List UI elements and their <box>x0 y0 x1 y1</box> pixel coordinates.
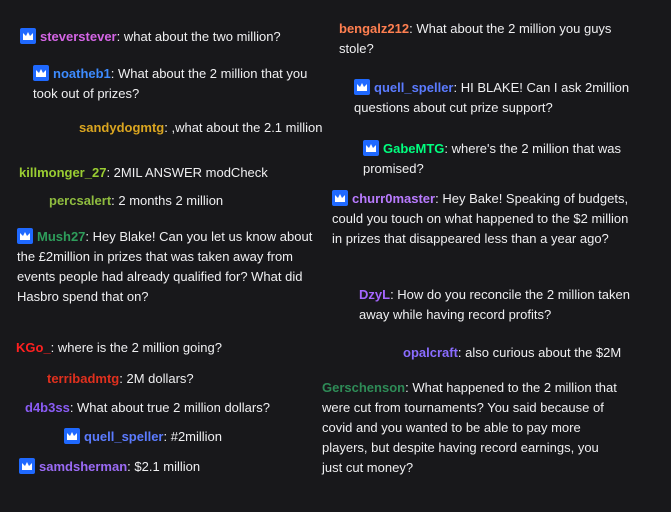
username[interactable]: KGo_ <box>16 340 51 355</box>
crown-icon <box>354 79 370 95</box>
message-text: : what about the two million? <box>116 29 281 44</box>
username[interactable]: Mush27 <box>37 229 85 244</box>
message-text: : 2 months 2 million <box>111 193 224 208</box>
chat-message: Gerschenson: What happened to the 2 mill… <box>322 378 622 478</box>
message-text: : What about true 2 million dollars? <box>69 400 270 415</box>
username[interactable]: quell_speller <box>84 429 163 444</box>
username[interactable]: opalcraft <box>403 345 458 360</box>
username[interactable]: noatheb1 <box>53 66 111 81</box>
chat-message: percsalert: 2 months 2 million <box>49 191 309 211</box>
username[interactable]: percsalert <box>49 193 111 208</box>
crown-icon <box>19 458 35 474</box>
message-text: : 2MIL ANSWER modCheck <box>106 165 268 180</box>
message-text: : 2M dollars? <box>119 371 194 386</box>
chat-message: quell_speller: #2million <box>64 427 324 447</box>
chat-message: quell_speller: HI BLAKE! Can I ask 2mill… <box>354 78 644 118</box>
chat-message: noatheb1: What about the 2 million that … <box>33 64 333 104</box>
username[interactable]: killmonger_27 <box>19 165 106 180</box>
chat-message: steverstever: what about the two million… <box>20 27 340 47</box>
username[interactable]: samdsherman <box>39 459 127 474</box>
chat-message: GabeMTG: where's the 2 million that was … <box>363 139 653 179</box>
chat-message: churr0master: Hey Bake! Speaking of budg… <box>332 189 637 249</box>
username[interactable]: steverstever <box>40 29 117 44</box>
message-text: : also curious about the $2M <box>457 345 622 360</box>
chat-collage: { "colors": { "background": "#18181b", "… <box>0 0 671 512</box>
chat-message: DzyL: How do you reconcile the 2 million… <box>359 285 649 325</box>
chat-message: sandydogmtg: ,what about the 2.1 million <box>79 118 349 138</box>
crown-icon <box>33 65 49 81</box>
chat-message: bengalz212: What about the 2 million you… <box>339 19 639 59</box>
username[interactable]: GabeMTG <box>383 141 444 156</box>
crown-icon <box>332 190 348 206</box>
crown-icon <box>20 28 36 44</box>
username[interactable]: DzyL <box>359 287 390 302</box>
chat-message: KGo_: where is the 2 million going? <box>16 338 316 358</box>
message-text: : where is the 2 million going? <box>50 340 222 355</box>
username[interactable]: quell_speller <box>374 80 453 95</box>
chat-message: killmonger_27: 2MIL ANSWER modCheck <box>19 163 319 183</box>
crown-icon <box>64 428 80 444</box>
chat-message: opalcraft: also curious about the $2M <box>403 343 663 363</box>
crown-icon <box>363 140 379 156</box>
username[interactable]: churr0master <box>352 191 435 206</box>
message-text: : ,what about the 2.1 million <box>164 120 323 135</box>
crown-icon <box>17 228 33 244</box>
username[interactable]: d4b3ss <box>25 400 70 415</box>
chat-message: d4b3ss: What about true 2 million dollar… <box>25 398 325 418</box>
message-text: : #2million <box>163 429 223 444</box>
chat-message: Mush27: Hey Blake! Can you let us know a… <box>17 227 317 307</box>
username[interactable]: Gerschenson <box>322 380 405 395</box>
message-text: : How do you reconcile the 2 million tak… <box>359 287 630 322</box>
chat-message: samdsherman: $2.1 million <box>19 457 279 477</box>
username[interactable]: sandydogmtg <box>79 120 164 135</box>
message-text: : $2.1 million <box>127 459 201 474</box>
username[interactable]: terribadmtg <box>47 371 119 386</box>
username[interactable]: bengalz212 <box>339 21 409 36</box>
chat-message: terribadmtg: 2M dollars? <box>47 369 307 389</box>
